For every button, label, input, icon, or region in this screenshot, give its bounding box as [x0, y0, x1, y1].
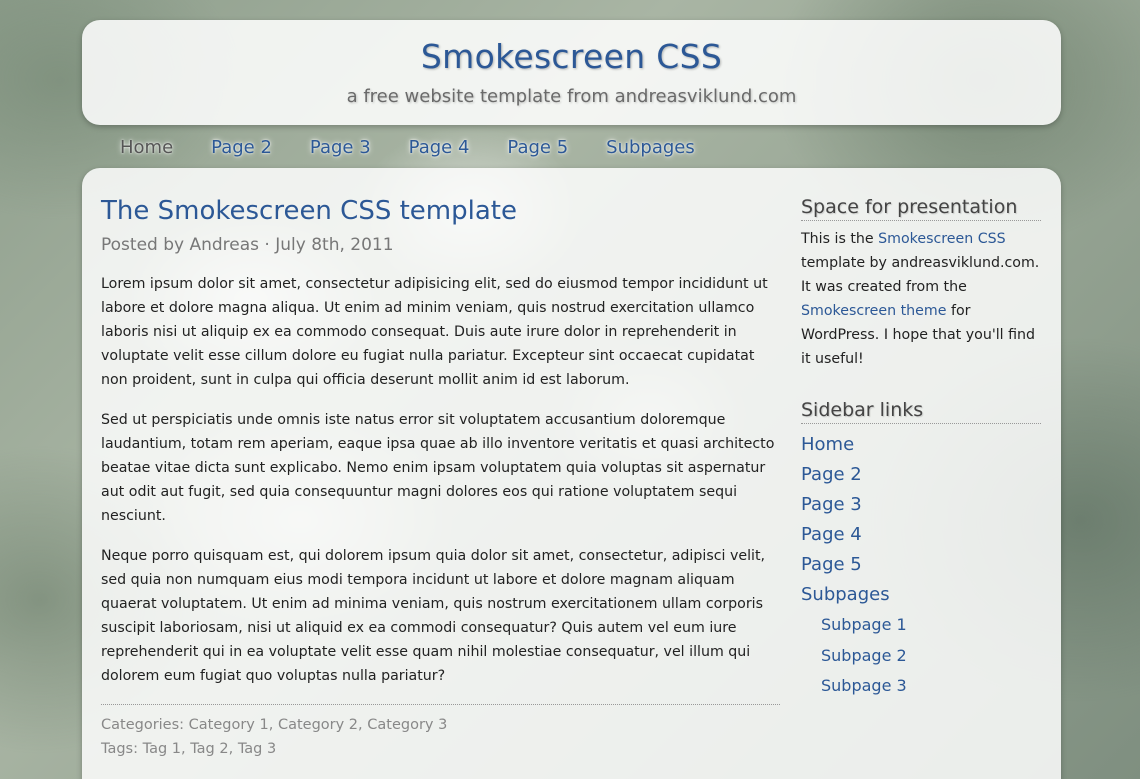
- categories-label: Categories:: [101, 717, 185, 733]
- sidebar-link-page-2[interactable]: Page 2: [801, 460, 1041, 490]
- site-title[interactable]: Smokescreen CSS: [82, 37, 1061, 76]
- tag-link[interactable]: Tag 2: [190, 741, 228, 757]
- sidebar-link-page-4[interactable]: Page 4: [801, 520, 1041, 550]
- intro-text: template by andreasviklund.com. It was c…: [801, 255, 1040, 295]
- post-paragraph: Sed ut perspiciatis unde omnis iste natu…: [101, 412, 775, 524]
- sidebar: Space for presentation This is the Smoke…: [801, 194, 1041, 702]
- nav-item-page-5[interactable]: Page 5: [507, 134, 568, 162]
- smokescreen-theme-link[interactable]: Smokescreen theme: [801, 303, 946, 319]
- presentation-heading: Space for presentation: [801, 194, 1041, 221]
- intro-text: This is the: [801, 231, 879, 247]
- nav-item-page-4[interactable]: Page 4: [409, 134, 470, 162]
- category-link[interactable]: Category 3: [367, 717, 447, 733]
- nav-item-home[interactable]: Home: [120, 134, 173, 162]
- tag-link[interactable]: Tag 3: [238, 741, 276, 757]
- post-paragraph: Lorem ipsum dolor sit amet, consectetur …: [101, 276, 768, 388]
- tag-link[interactable]: Tag 1: [143, 741, 181, 757]
- category-link[interactable]: Category 1: [189, 717, 269, 733]
- main-nav: Home Page 2 Page 3 Page 4 Page 5 Subpage…: [120, 134, 733, 162]
- category-link[interactable]: Category 2: [278, 717, 358, 733]
- sidebar-link-subpage-1[interactable]: Subpage 1: [801, 610, 1041, 641]
- post-body: Lorem ipsum dolor sit amet, consectetur …: [101, 272, 780, 688]
- presentation-text: This is the Smokescreen CSS template by …: [801, 227, 1041, 371]
- post-title: The Smokescreen CSS template: [101, 196, 517, 226]
- nav-item-page-2[interactable]: Page 2: [211, 134, 272, 162]
- post-footer: Categories: Category 1, Category 2, Cate…: [101, 704, 780, 761]
- sidebar-link-page-3[interactable]: Page 3: [801, 490, 1041, 520]
- nav-item-subpages[interactable]: Subpages: [606, 134, 695, 162]
- sidebar-link-page-5[interactable]: Page 5: [801, 550, 1041, 580]
- post-categories: Categories: Category 1, Category 2, Cate…: [101, 717, 448, 733]
- sidebar-link-subpage-3[interactable]: Subpage 3: [801, 671, 1041, 702]
- sidebar-link-subpage-2[interactable]: Subpage 2: [801, 641, 1041, 672]
- nav-item-page-3[interactable]: Page 3: [310, 134, 371, 162]
- site-header: Smokescreen CSS a free website template …: [82, 20, 1061, 125]
- content-box: The Smokescreen CSS template Posted by A…: [82, 168, 1061, 779]
- tags-label: Tags:: [101, 741, 138, 757]
- site-tagline: a free website template from andreasvikl…: [346, 86, 797, 107]
- post-paragraph: Neque porro quisquam est, qui dolorem ip…: [101, 548, 766, 684]
- post-meta: Posted by Andreas · July 8th, 2011: [101, 235, 394, 255]
- sidebar-links-heading: Sidebar links: [801, 397, 1041, 424]
- sidebar-link-subpages[interactable]: Subpages: [801, 580, 1041, 610]
- post-tags: Tags: Tag 1, Tag 2, Tag 3: [101, 741, 277, 757]
- sidebar-link-home[interactable]: Home: [801, 430, 1041, 460]
- sidebar-links: Home Page 2 Page 3 Page 4 Page 5 Subpage…: [801, 430, 1041, 702]
- post: The Smokescreen CSS template Posted by A…: [101, 194, 780, 761]
- smokescreen-css-link[interactable]: Smokescreen CSS: [878, 231, 1006, 247]
